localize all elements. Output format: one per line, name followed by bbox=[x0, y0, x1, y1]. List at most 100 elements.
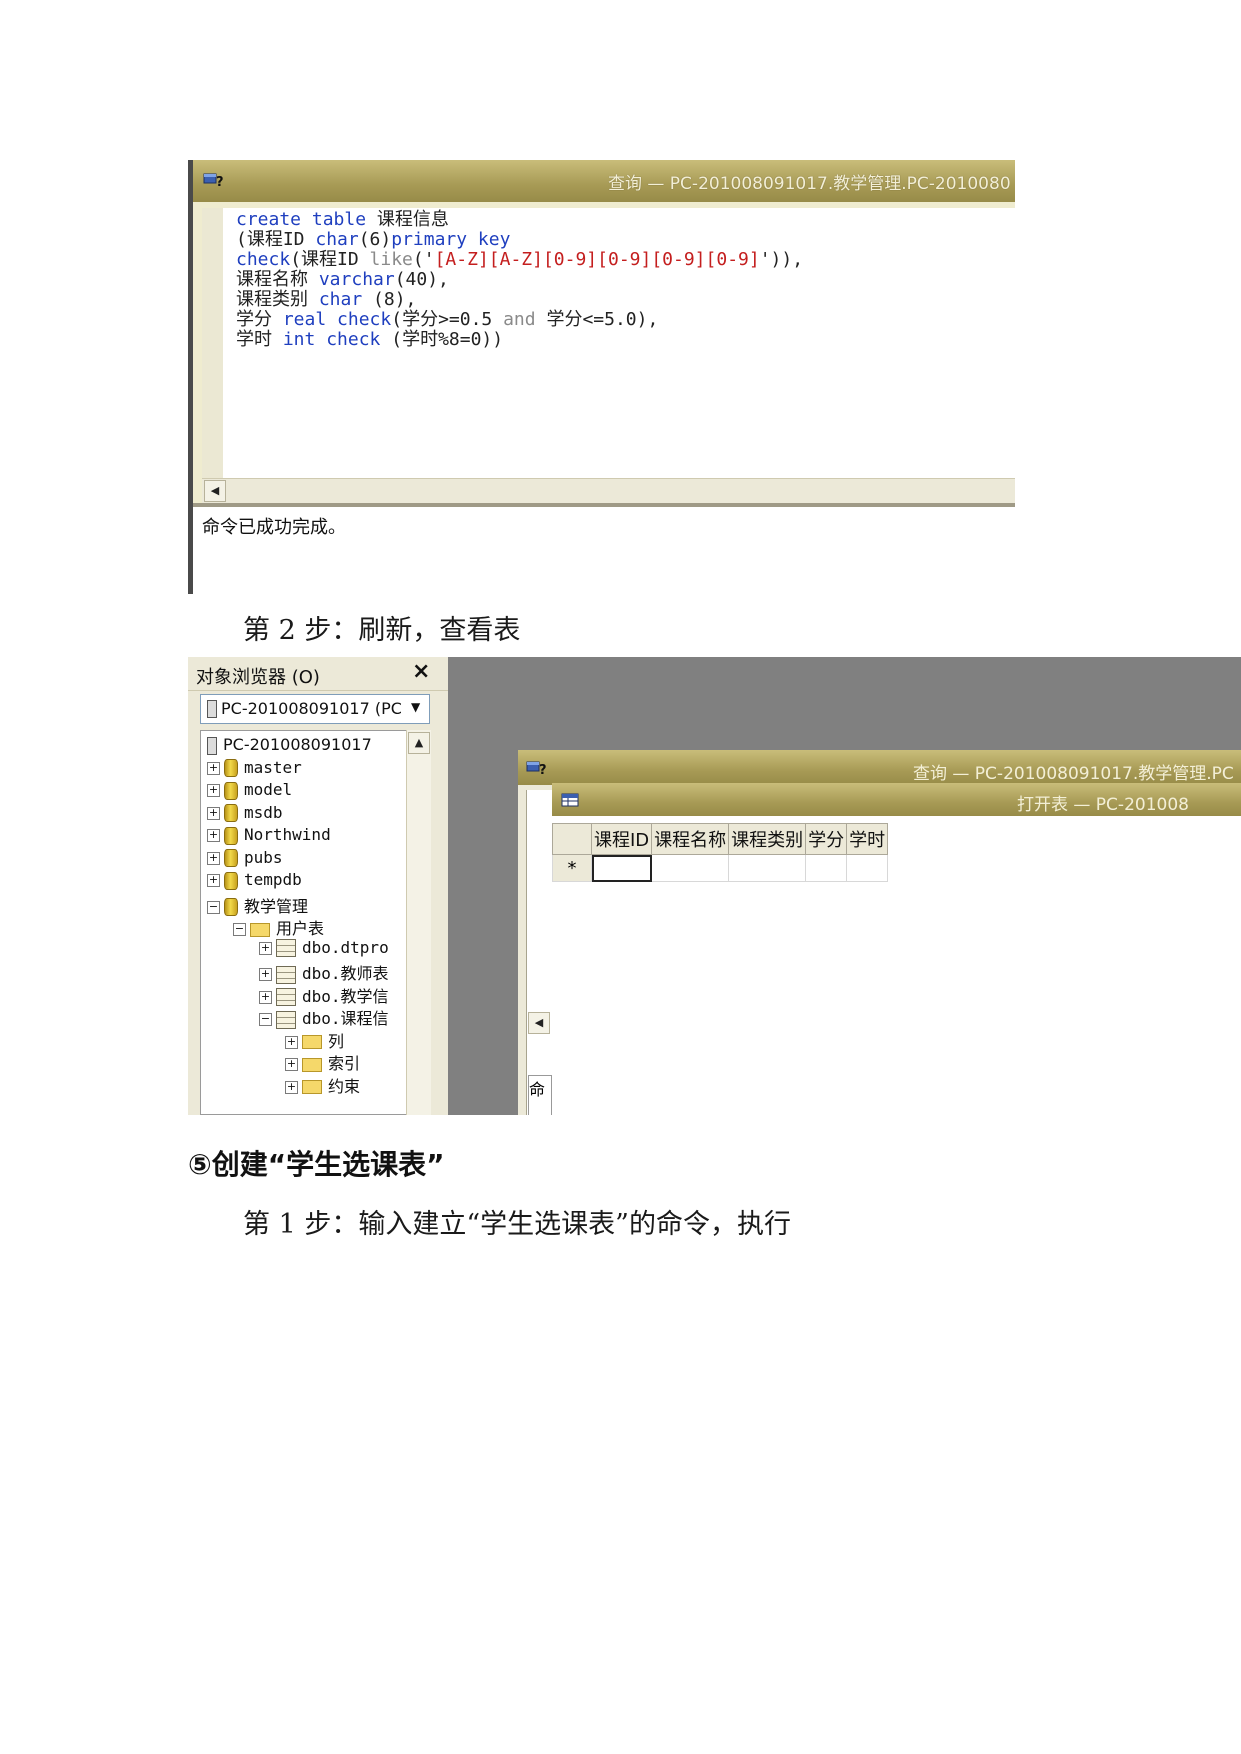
object-tree[interactable]: PC-201008091017 + master + model + msdb + Northw… bbox=[200, 730, 418, 1115]
database-icon bbox=[224, 898, 238, 916]
expand-icon[interactable]: + bbox=[207, 761, 220, 775]
database-icon bbox=[224, 871, 238, 890]
tree-node[interactable]: + 约束 bbox=[285, 1073, 360, 1097]
server-select[interactable]: PC-201008091017 (PC- ▼ bbox=[200, 694, 430, 724]
code-token: (学分>=0.5 bbox=[391, 309, 504, 330]
row-selector-header bbox=[552, 823, 592, 855]
tree-node[interactable]: + master bbox=[207, 758, 302, 782]
scroll-left-icon[interactable]: ◀ bbox=[204, 480, 226, 502]
code-token: (课程ID bbox=[236, 229, 316, 250]
expand-icon[interactable]: + bbox=[207, 874, 220, 887]
tree-node-label: 约束 bbox=[328, 1076, 361, 1096]
column-header[interactable]: 课程名称 bbox=[651, 823, 730, 855]
grid-cell[interactable] bbox=[728, 854, 807, 882]
tree-node[interactable]: − 用户表 bbox=[233, 915, 324, 939]
step2-caption: 第 2 步：刷新，查看表 bbox=[243, 615, 521, 646]
collapse-icon[interactable]: − bbox=[233, 923, 246, 936]
editor-horizontal-scrollbar[interactable]: ◀ bbox=[202, 478, 1015, 503]
collapse-icon[interactable]: − bbox=[207, 900, 220, 914]
code-token: int bbox=[282, 329, 316, 350]
tree-node-label: dbo.教师表 bbox=[302, 964, 389, 983]
collapse-icon[interactable]: − bbox=[259, 1013, 272, 1026]
expand-icon[interactable]: + bbox=[259, 941, 272, 955]
background-query-titlebar: ? 查询 — PC-201008091017.教学管理.PC bbox=[518, 750, 1241, 785]
column-header[interactable]: 课程ID bbox=[590, 823, 653, 855]
database-icon bbox=[224, 759, 238, 777]
grid-cell[interactable] bbox=[590, 854, 653, 882]
tree-node-label: tempdb bbox=[244, 870, 302, 889]
query-window-screenshot: ? 查询 — PC-201008091017.教学管理.PC-201008091… bbox=[188, 160, 1015, 594]
expand-icon[interactable]: + bbox=[207, 806, 220, 820]
scroll-left-icon[interactable]: ◀ bbox=[528, 1012, 550, 1034]
section-heading: ⑤创建“学生选课表” bbox=[188, 1148, 445, 1181]
tree-node-label: 教学管理 bbox=[244, 896, 309, 916]
expand-icon[interactable]: + bbox=[285, 1058, 298, 1071]
column-header[interactable]: 课程类别 bbox=[728, 823, 807, 855]
tree-node[interactable]: + pubs bbox=[207, 848, 283, 872]
open-table-titlebar: 打开表 — PC-201008 bbox=[552, 783, 1241, 816]
tree-node[interactable]: − 教学管理 bbox=[207, 893, 308, 917]
expand-icon[interactable]: + bbox=[285, 1035, 298, 1049]
background-query-title: 查询 — PC-201008091017.教学管理.PC bbox=[913, 764, 1234, 784]
query-titlebar: ? 查询 — PC-201008091017.教学管理.PC-201008091… bbox=[193, 160, 1015, 202]
tree-node[interactable]: + dbo.教学信 bbox=[259, 983, 389, 1007]
code-token: 学分<=5.0), bbox=[535, 309, 659, 330]
sql-code: create table 课程信息 (课程ID char(6)primary ke… bbox=[236, 210, 803, 350]
tree-node-label: pubs bbox=[244, 847, 283, 867]
folder-icon bbox=[302, 1035, 322, 1049]
scroll-up-icon[interactable]: ▲ bbox=[408, 732, 430, 754]
code-token: (学时%8=0)) bbox=[380, 329, 504, 350]
expand-icon[interactable]: + bbox=[259, 990, 272, 1004]
table-icon bbox=[276, 988, 296, 1006]
expand-icon[interactable]: + bbox=[259, 968, 272, 981]
database-icon bbox=[224, 826, 238, 845]
code-token: 课程类别 bbox=[236, 289, 319, 310]
code-token: (6) bbox=[358, 229, 392, 250]
open-table-window: 打开表 — PC-201008 课程ID 课程名称 课程类别 学分 学时 * bbox=[552, 783, 1241, 1108]
database-icon bbox=[224, 804, 238, 822]
tree-node[interactable]: + 索引 bbox=[285, 1050, 360, 1074]
step1-caption: 第 1 步：输入建立“学生选课表”的命令，执行 bbox=[243, 1209, 791, 1240]
code-token: 课程名称 bbox=[236, 269, 319, 290]
tree-node[interactable]: + dbo.教师表 bbox=[259, 960, 389, 984]
expand-icon[interactable]: + bbox=[207, 851, 220, 865]
grid-cell[interactable] bbox=[651, 854, 730, 882]
code-token: 学时 bbox=[236, 329, 283, 350]
tree-node[interactable]: + Northwind bbox=[207, 825, 331, 849]
close-icon[interactable]: × bbox=[412, 659, 430, 684]
folder-icon bbox=[302, 1057, 322, 1072]
tree-node[interactable]: + model bbox=[207, 780, 292, 804]
code-token: 学分 bbox=[236, 309, 283, 330]
tree-node[interactable]: + tempdb bbox=[207, 870, 302, 894]
expand-icon[interactable]: + bbox=[285, 1080, 298, 1094]
column-header[interactable]: 学时 bbox=[846, 823, 889, 855]
query-window-icon: ? bbox=[526, 761, 546, 775]
tree-vertical-scrollbar[interactable]: ▲ bbox=[406, 730, 431, 1115]
tree-node[interactable]: + dbo.dtpro bbox=[259, 938, 389, 962]
result-message: 命令已成功完成。 bbox=[202, 517, 346, 538]
code-token: [A-Z][A-Z][0-9][0-9][0-9][0-9] bbox=[434, 249, 760, 270]
tree-node-label: master bbox=[244, 757, 302, 777]
open-table-title: 打开表 — PC-201008 bbox=[1017, 795, 1189, 815]
code-token: char bbox=[318, 289, 363, 310]
object-browser-header: 对象浏览器 (O) × bbox=[188, 657, 448, 691]
tree-node-label: Northwind bbox=[244, 825, 331, 844]
grid-cell[interactable] bbox=[805, 854, 848, 882]
expand-icon[interactable]: + bbox=[207, 784, 220, 797]
table-icon bbox=[276, 965, 296, 984]
result-grid[interactable]: 课程ID 课程名称 课程类别 学分 学时 * bbox=[552, 823, 889, 882]
table-icon bbox=[276, 1010, 296, 1029]
grid-cell[interactable] bbox=[846, 854, 889, 882]
tree-node-label: model bbox=[244, 780, 293, 799]
column-header[interactable]: 学分 bbox=[805, 823, 848, 855]
tree-node[interactable]: PC-201008091017 bbox=[207, 735, 372, 759]
chevron-down-icon[interactable]: ▼ bbox=[411, 700, 420, 714]
tree-node[interactable]: + 列 bbox=[285, 1028, 344, 1052]
tree-node[interactable]: − dbo.课程信 bbox=[259, 1005, 389, 1029]
tree-node-label: 列 bbox=[328, 1031, 345, 1051]
tree-node[interactable]: + msdb bbox=[207, 803, 283, 827]
code-token: (40), bbox=[394, 269, 449, 290]
expand-icon[interactable]: + bbox=[207, 829, 220, 842]
